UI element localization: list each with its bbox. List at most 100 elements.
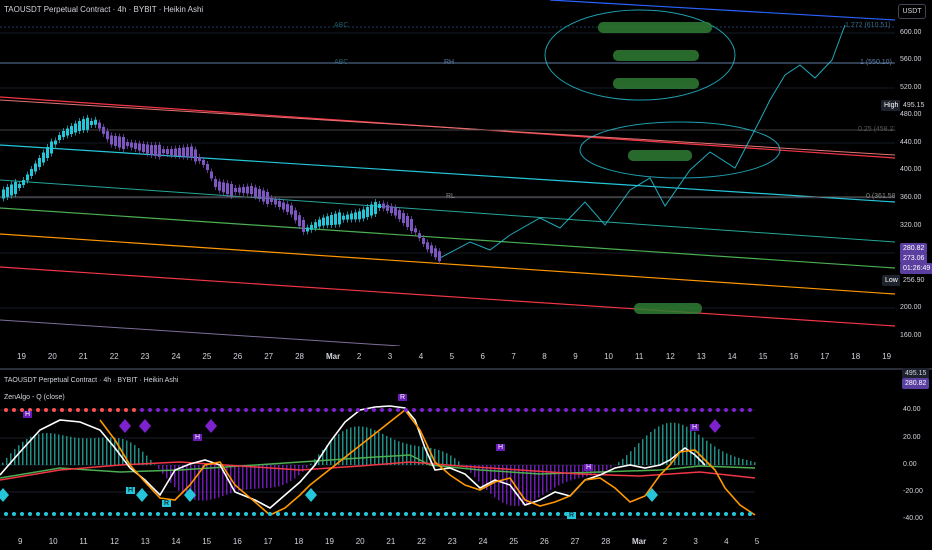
- histogram-bar: [170, 465, 172, 483]
- main-time-axis[interactable]: 19 20 21 22 23 24 25 26 27 28 Mar 2 3 4 5 6 7 8 9 10 11 12 13 1…: [0, 348, 895, 366]
- osc-time-tick: 18: [294, 537, 304, 546]
- signal-dot: [412, 408, 416, 412]
- signal-dot: [244, 512, 248, 516]
- histogram-bar: [42, 433, 44, 465]
- histogram-bar: [334, 437, 336, 465]
- price-axis[interactable]: USDT 600.00 560.00 520.00 480.00 440.00 400.0…: [895, 0, 932, 346]
- teal-trendline: [0, 179, 895, 243]
- signal-dot: [204, 512, 208, 516]
- histogram-bar: [750, 461, 752, 465]
- signal-dot: [660, 408, 664, 412]
- time-tick: 19: [882, 352, 892, 361]
- osc-axis[interactable]: 40.00 20.00 0.00 -20.00 -40.00: [895, 370, 932, 532]
- time-tick: 24: [171, 352, 181, 361]
- signal-dot: [52, 512, 56, 516]
- signal-dot: [124, 512, 128, 516]
- histogram-bar: [558, 465, 560, 486]
- signal-dot: [492, 512, 496, 516]
- histogram-bar: [142, 451, 144, 465]
- signal-dot: [380, 512, 384, 516]
- signal-dot: [428, 512, 432, 516]
- signal-dot: [284, 408, 288, 412]
- histogram-bar: [90, 438, 92, 465]
- histogram-bar: [198, 465, 200, 501]
- osc-title: TAOUSDT Perpetual Contract · 4h · BYBIT …: [4, 377, 179, 384]
- signal-dot: [612, 408, 616, 412]
- histogram-bar: [6, 457, 8, 465]
- signal-dot: [268, 408, 272, 412]
- osc-time-tick: 4: [724, 537, 729, 546]
- main-chart[interactable]: TAOUSDT Perpetual Contract · 4h · BYBIT …: [0, 0, 900, 346]
- fib-1-label: 1 (550.10): [860, 59, 892, 66]
- marker-h: H: [23, 411, 33, 418]
- time-tick: 26: [233, 352, 243, 361]
- signal-dot: [500, 512, 504, 516]
- osc-tick: -20.00: [903, 488, 923, 495]
- signal-dot: [316, 408, 320, 412]
- signal-dot: [572, 408, 576, 412]
- time-tick: 28: [295, 352, 304, 361]
- green-highlight-2: [613, 50, 699, 61]
- signal-dot: [156, 512, 160, 516]
- histogram-bar: [498, 465, 500, 501]
- histogram-bar: [282, 465, 284, 486]
- signal-dot: [340, 408, 344, 412]
- green-highlight-5: [634, 303, 702, 314]
- histogram-bar: [370, 428, 372, 465]
- signal-dot: [60, 408, 64, 412]
- histogram-bar: [374, 430, 376, 465]
- osc-time-tick: 9: [18, 537, 23, 546]
- histogram-bar: [606, 465, 608, 471]
- signal-dot: [612, 512, 616, 516]
- histogram-bar: [226, 465, 228, 495]
- low-label: Low: [882, 275, 901, 286]
- signal-dot: [508, 408, 512, 412]
- osc-time-tick: 19: [325, 537, 334, 546]
- signal-dot: [260, 408, 264, 412]
- histogram-bar: [646, 435, 648, 465]
- time-tick: 17: [820, 352, 830, 361]
- price-tick: 200.00: [900, 304, 922, 311]
- histogram-bar: [490, 465, 492, 494]
- signal-dot: [180, 512, 184, 516]
- signal-dot: [732, 512, 736, 516]
- fib-0-label: 0 (361.58): [866, 193, 898, 200]
- osc-time-axis[interactable]: 9 10 11 12 13 14 15 16 17 18 19 20 21 22 23 24 25 26 27 28 M…: [0, 534, 895, 550]
- price-tick: 480.00: [900, 111, 922, 118]
- currency-button[interactable]: USDT: [898, 4, 926, 19]
- signal-dot: [324, 512, 328, 516]
- signal-dot: [548, 512, 552, 516]
- histogram-bar: [214, 465, 216, 499]
- signal-dot: [252, 512, 256, 516]
- osc-time-tick: 10: [48, 537, 58, 546]
- signal-dot: [692, 408, 696, 412]
- histogram-bar: [686, 426, 688, 465]
- signal-dot: [444, 512, 448, 516]
- signal-dot: [92, 512, 96, 516]
- time-tick: 7: [511, 352, 516, 361]
- histogram-bar: [698, 434, 700, 465]
- price-tick: 360.00: [900, 194, 922, 201]
- histogram-bar: [446, 453, 448, 465]
- osc-time-tick: 28: [601, 537, 611, 546]
- histogram-bar: [634, 447, 636, 465]
- signal-dot: [52, 408, 56, 412]
- osc-time-tick: 13: [140, 537, 150, 546]
- histogram-bar: [394, 439, 396, 465]
- price-tick: 160.00: [900, 332, 922, 339]
- time-tick: 11: [635, 352, 644, 361]
- histogram-bar: [650, 431, 652, 465]
- oscillator-pane[interactable]: TAOUSDT Perpetual Contract · 4h · BYBIT …: [0, 370, 895, 532]
- time-tick: 8: [542, 352, 547, 361]
- histogram-bar: [158, 465, 160, 470]
- signal-dot: [716, 408, 720, 412]
- signal-dot: [316, 512, 320, 516]
- time-tick: 20: [47, 352, 57, 361]
- signal-dot: [236, 408, 240, 412]
- histogram-bar: [338, 434, 340, 465]
- histogram-bar: [726, 453, 728, 465]
- histogram-bar: [746, 460, 748, 465]
- histogram-bar: [662, 424, 664, 465]
- histogram-bar: [58, 434, 60, 465]
- signal-dot: [628, 512, 632, 516]
